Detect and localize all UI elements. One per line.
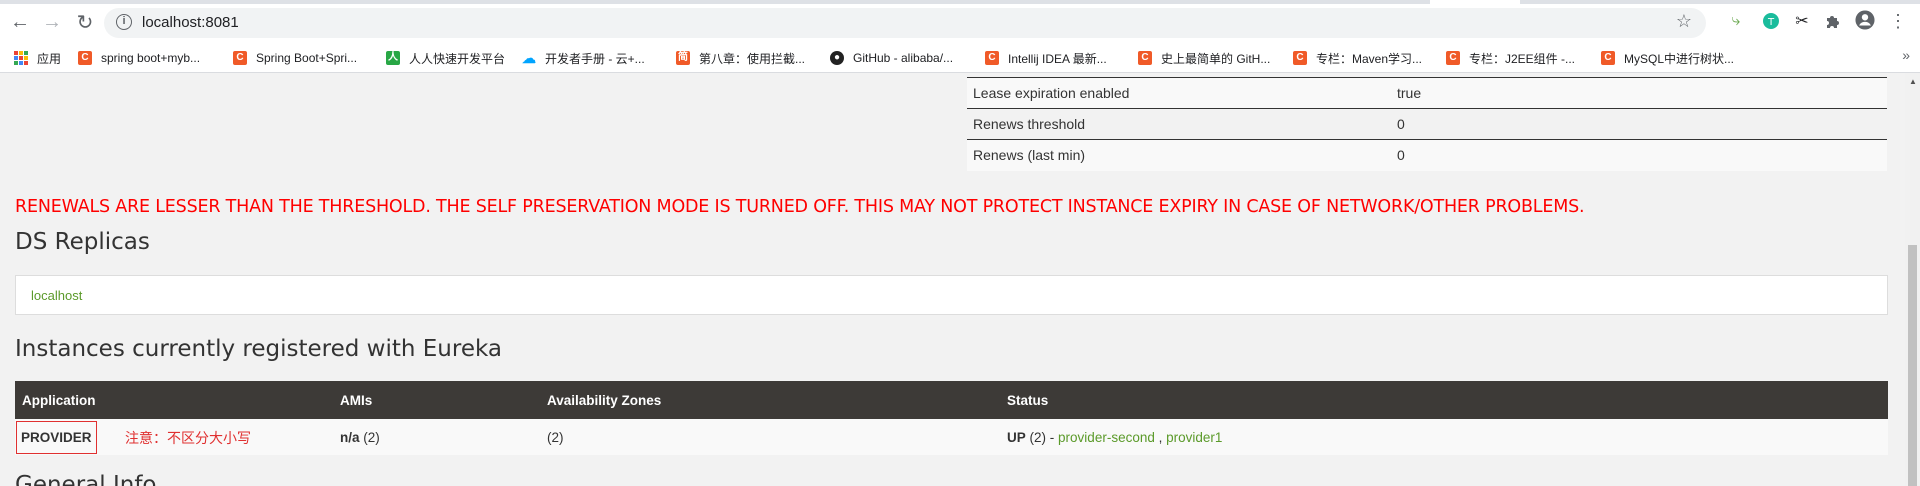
bookmark-label: Spring Boot+Spri... <box>256 51 358 65</box>
instance-link[interactable]: provider1 <box>1166 430 1222 445</box>
bookmark-label: 开发者手册 - 云+... <box>545 51 645 66</box>
page-scrollbar[interactable]: ▲ <box>1905 73 1920 486</box>
amis-cell: n/a (2) <box>333 419 540 455</box>
more-bookmarks-icon[interactable]: » <box>1902 47 1910 63</box>
address-bar[interactable]: i localhost:8081 ☆ <box>104 8 1706 38</box>
bookmark-label: 专栏：J2EE组件 -... <box>1469 51 1576 66</box>
status-label: UP <box>1007 429 1026 445</box>
csdn-icon: C <box>1138 51 1152 65</box>
bookmark-label: 史上最简单的 GitH... <box>1161 51 1271 66</box>
table-cell-label: Lease expiration enabled <box>967 77 1391 109</box>
bookmark-label: Intellij IDEA 最新... <box>1008 51 1107 66</box>
reload-icon[interactable]: ↻ <box>73 10 97 34</box>
bookmark-item[interactable]: C spring boot+myb... <box>78 49 200 67</box>
bookmark-label: 专栏：Maven学习... <box>1316 51 1423 66</box>
extension-swallow-icon[interactable]: ⤷ <box>1726 11 1746 31</box>
url-text[interactable]: localhost:8081 <box>142 14 239 31</box>
scrollbar-thumb[interactable] <box>1908 245 1917 486</box>
bookmark-item[interactable]: C MySQL中进行树状... <box>1601 49 1734 67</box>
forward-icon[interactable]: → <box>40 10 64 34</box>
application-name: PROVIDER <box>16 420 97 454</box>
github-icon: ● <box>830 51 844 65</box>
extension-translate-icon[interactable]: T <box>1761 11 1781 31</box>
eureka-page: Lease expiration enabled true Renews thr… <box>0 73 1900 486</box>
browser-toolbar: ← → ↻ i localhost:8081 ☆ ⤷ T ✂ ⋮ <box>0 4 1920 43</box>
column-header-application: Application <box>15 381 333 419</box>
table-row: Renews (last min) 0 <box>967 139 1887 171</box>
table-row: PROVIDER 注意：不区分大小写 n/a (2) (2) UP (2) - … <box>15 419 1888 455</box>
column-header-status: Status <box>1000 381 1888 419</box>
instance-separator: , <box>1158 429 1163 445</box>
zones-cell: (2) <box>540 419 1000 455</box>
table-cell-value: 0 <box>1391 139 1887 171</box>
bookmark-label: 人人快速开发平台 <box>409 51 506 66</box>
column-header-amis: AMIs <box>333 381 540 419</box>
column-header-zones: Availability Zones <box>540 381 1000 419</box>
cloud-icon: ☁ <box>522 50 536 66</box>
csdn-icon: C <box>985 51 999 65</box>
csdn-icon: C <box>1601 51 1615 65</box>
profile-avatar-icon[interactable] <box>1855 10 1875 30</box>
bookmark-label: spring boot+myb... <box>101 51 201 65</box>
extensions-puzzle-icon[interactable] <box>1823 11 1843 31</box>
apps-grid-icon <box>14 51 28 65</box>
table-cell-label: Renews threshold <box>967 108 1391 140</box>
csdn-icon: C <box>1293 51 1307 65</box>
svg-text:T: T <box>1767 17 1775 28</box>
browser-menu-icon[interactable]: ⋮ <box>1888 11 1908 31</box>
bookmark-item[interactable]: 人 人人快速开发平台 <box>386 49 505 67</box>
bookmark-item[interactable]: C 专栏：J2EE组件 -... <box>1446 49 1575 67</box>
csdn-icon: C <box>1446 51 1460 65</box>
table-row: Lease expiration enabled true <box>967 77 1887 109</box>
amis-label: n/a <box>340 429 360 445</box>
bookmark-item[interactable]: ☁ 开发者手册 - 云+... <box>522 49 645 67</box>
bookmark-label: MySQL中进行树状... <box>1624 51 1735 66</box>
bookmark-item[interactable]: 简 第八章：使用拦截... <box>676 49 805 67</box>
self-preservation-warning: RENEWALS ARE LESSER THAN THE THRESHOLD. … <box>15 197 1585 217</box>
bookmark-star-icon[interactable]: ☆ <box>1676 11 1692 32</box>
table-header-row: Application AMIs Availability Zones Stat… <box>15 381 1888 419</box>
back-icon[interactable]: ← <box>8 10 32 34</box>
csdn-icon: C <box>233 51 247 65</box>
lease-info-table: Lease expiration enabled true Renews thr… <box>967 77 1887 171</box>
site-info-icon[interactable]: i <box>116 14 132 30</box>
table-cell-label: Renews (last min) <box>967 139 1391 171</box>
extension-scissors-icon[interactable]: ✂ <box>1792 11 1812 31</box>
bookmark-item[interactable]: C 史上最简单的 GitH... <box>1138 49 1270 67</box>
ds-replicas-heading: DS Replicas <box>15 229 150 255</box>
bookmark-apps[interactable]: 应用 <box>14 49 61 67</box>
instances-table: Application AMIs Availability Zones Stat… <box>15 381 1888 455</box>
status-cell: UP (2) - provider-second , provider1 <box>1000 419 1888 455</box>
bookmark-item[interactable]: ● GitHub - alibaba/... <box>830 49 953 67</box>
bookmark-item[interactable]: C Spring Boot+Spri... <box>233 49 357 67</box>
bookmarks-bar: 应用 C spring boot+myb... C Spring Boot+Sp… <box>0 43 1920 73</box>
scroll-up-icon[interactable]: ▲ <box>1909 77 1917 86</box>
instances-heading: Instances currently registered with Eure… <box>15 336 502 362</box>
csdn-icon: C <box>78 51 92 65</box>
renren-icon: 人 <box>386 51 400 65</box>
replica-link[interactable]: localhost <box>31 288 82 303</box>
general-info-heading: General Info <box>15 472 157 486</box>
status-count: (2) - <box>1029 429 1055 445</box>
amis-count: (2) <box>363 429 380 445</box>
application-cell: PROVIDER 注意：不区分大小写 <box>15 419 333 455</box>
table-cell-value: 0 <box>1391 108 1887 140</box>
bookmark-item[interactable]: C 专栏：Maven学习... <box>1293 49 1422 67</box>
table-cell-value: true <box>1391 77 1887 109</box>
jianshu-icon: 简 <box>676 51 690 65</box>
bookmark-item[interactable]: C Intellij IDEA 最新... <box>985 49 1107 67</box>
bookmark-label: 第八章：使用拦截... <box>699 51 806 66</box>
table-row: Renews threshold 0 <box>967 108 1887 140</box>
bookmark-label: 应用 <box>37 51 62 66</box>
instance-link[interactable]: provider-second <box>1058 430 1155 445</box>
bookmark-label: GitHub - alibaba/... <box>853 51 954 65</box>
ds-replicas-list: localhost <box>15 275 1888 315</box>
annotation-note: 注意：不区分大小写 <box>125 430 251 446</box>
